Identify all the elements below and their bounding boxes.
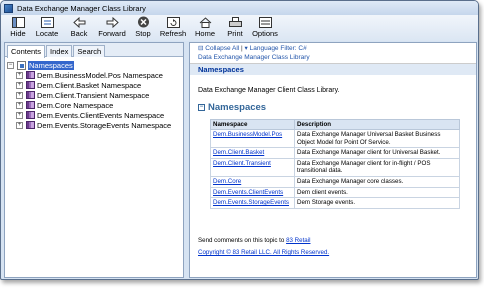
content-pane: ⊟ Collapse All | ▾ Language Filter: C# D… <box>189 42 477 278</box>
expand-toggle-icon[interactable]: + <box>16 81 23 89</box>
book-icon <box>26 121 35 129</box>
page-description: Data Exchange Manager Client Class Libra… <box>198 87 340 94</box>
namespace-description: Data Exchange Manager Universal Basket B… <box>294 128 460 149</box>
forward-arrow-icon <box>105 16 119 28</box>
locate-icon <box>40 16 54 28</box>
tree-root-namespaces[interactable]: − Namespaces <box>7 60 181 70</box>
language-filter-link[interactable]: Language Filter: C# <box>250 45 307 52</box>
tab-contents[interactable]: Contents <box>7 45 46 58</box>
tree-item-pos[interactable]: + Dem.BusinessModel.Pos Namespace <box>7 70 181 80</box>
help-window: Data Exchange Manager Class Library Hide… <box>0 0 479 280</box>
print-button[interactable]: Print <box>221 15 249 41</box>
back-arrow-icon <box>72 16 86 28</box>
stop-icon <box>136 16 150 28</box>
namespace-link[interactable]: Dem.Core <box>210 175 295 188</box>
book-icon <box>26 71 35 79</box>
section-collapse-icon[interactable]: − <box>198 104 205 111</box>
expand-toggle-icon[interactable]: + <box>16 101 23 109</box>
forward-button[interactable]: Forward <box>95 15 129 41</box>
tab-index[interactable]: Index <box>46 45 73 57</box>
expand-toggle-icon[interactable]: + <box>16 71 23 79</box>
navigation-pane: Contents Index Search − Namespaces + Dem… <box>4 42 184 278</box>
collapse-toggle-icon[interactable]: − <box>7 61 14 69</box>
options-button[interactable]: Options <box>249 15 281 41</box>
tree-item-core[interactable]: + Dem.Core Namespace <box>7 100 181 110</box>
section-header[interactable]: − Namespaces <box>198 102 476 113</box>
page-footer: Send comments on this topic to 83 Retail… <box>198 235 329 259</box>
contents-tree: − Namespaces + Dem.BusinessModel.Pos Nam… <box>7 60 181 275</box>
home-icon <box>198 16 212 28</box>
library-name: Data Exchange Manager Class Library <box>198 54 310 61</box>
table-row: Dem.BusinessModel.Pos Data Exchange Mana… <box>210 128 460 149</box>
options-icon <box>258 16 272 28</box>
toolbar: Hide Locate Back Forward Stop Refresh Ho… <box>1 15 478 41</box>
book-icon <box>26 81 35 89</box>
namespace-description: Data Exchange Manager client for Univers… <box>294 147 460 159</box>
refresh-button[interactable]: Refresh <box>157 15 189 41</box>
table-row: Dem.Client.Transient Data Exchange Manag… <box>210 157 460 177</box>
column-header-namespace: Namespace <box>210 119 295 130</box>
hide-icon <box>11 16 25 28</box>
tab-search[interactable]: Search <box>73 45 106 57</box>
window-title: Data Exchange Manager Class Library <box>17 3 146 13</box>
home-button[interactable]: Home <box>189 15 221 41</box>
column-header-description: Description <box>294 119 460 130</box>
table-row: Dem.Events.ClientEvents Dem client event… <box>210 186 460 199</box>
tree-item-storage-events[interactable]: + Dem.Events.StorageEvents Namespace <box>7 120 181 130</box>
book-icon <box>26 101 35 109</box>
locate-button[interactable]: Locate <box>31 15 63 41</box>
feedback-text: Send comments on this topic to <box>198 237 285 244</box>
refresh-icon <box>166 16 180 28</box>
hide-button[interactable]: Hide <box>5 15 31 41</box>
pane-splitter[interactable] <box>185 42 188 278</box>
expand-toggle-icon[interactable]: + <box>16 111 23 119</box>
collapse-all-link[interactable]: Collapse All <box>205 45 239 52</box>
feedback-link[interactable]: 83 Retail <box>286 237 310 244</box>
back-button[interactable]: Back <box>63 15 95 41</box>
book-icon <box>26 111 35 119</box>
namespace-link[interactable]: Dem.Client.Transient <box>210 157 295 177</box>
print-icon <box>228 16 242 28</box>
table-row: Dem.Core Data Exchange Manager core clas… <box>210 175 460 188</box>
tree-item-client-events[interactable]: + Dem.Events.ClientEvents Namespace <box>7 110 181 120</box>
namespace-description: Data Exchange Manager client for in-flig… <box>294 157 460 177</box>
app-icon <box>4 3 13 13</box>
stop-button[interactable]: Stop <box>129 15 157 41</box>
namespace-description: Dem client events. <box>294 186 460 199</box>
namespace-link[interactable]: Dem.Events.StorageEvents <box>210 197 295 209</box>
table-row: Dem.Client.Basket Data Exchange Manager … <box>210 147 460 159</box>
copyright-link[interactable]: Copyright © 83 Retail LLC. All Rights Re… <box>198 247 329 259</box>
nav-tabs: Contents Index Search <box>5 43 183 58</box>
namespace-link[interactable]: Dem.Events.ClientEvents <box>210 186 295 199</box>
expand-toggle-icon[interactable]: + <box>16 91 23 99</box>
book-icon <box>26 91 35 99</box>
namespace-description: Dem Storage events. <box>294 197 460 209</box>
namespace-link[interactable]: Dem.BusinessModel.Pos <box>210 128 295 149</box>
title-bar: Data Exchange Manager Class Library <box>1 1 478 15</box>
tree-item-transient[interactable]: + Dem.Client.Transient Namespace <box>7 90 181 100</box>
namespace-description: Data Exchange Manager core classes. <box>294 175 460 188</box>
namespaces-table: Namespace Description Dem.BusinessModel.… <box>210 119 460 209</box>
tree-item-basket[interactable]: + Dem.Client.Basket Namespace <box>7 80 181 90</box>
table-row: Dem.Events.StorageEvents Dem Storage eve… <box>210 197 460 209</box>
expand-toggle-icon[interactable]: + <box>16 121 23 129</box>
namespace-page-icon <box>17 60 26 70</box>
content-topbar: ⊟ Collapse All | ▾ Language Filter: C# D… <box>190 43 476 64</box>
namespace-link[interactable]: Dem.Client.Basket <box>210 147 295 159</box>
page-title: Namespaces <box>190 64 476 75</box>
